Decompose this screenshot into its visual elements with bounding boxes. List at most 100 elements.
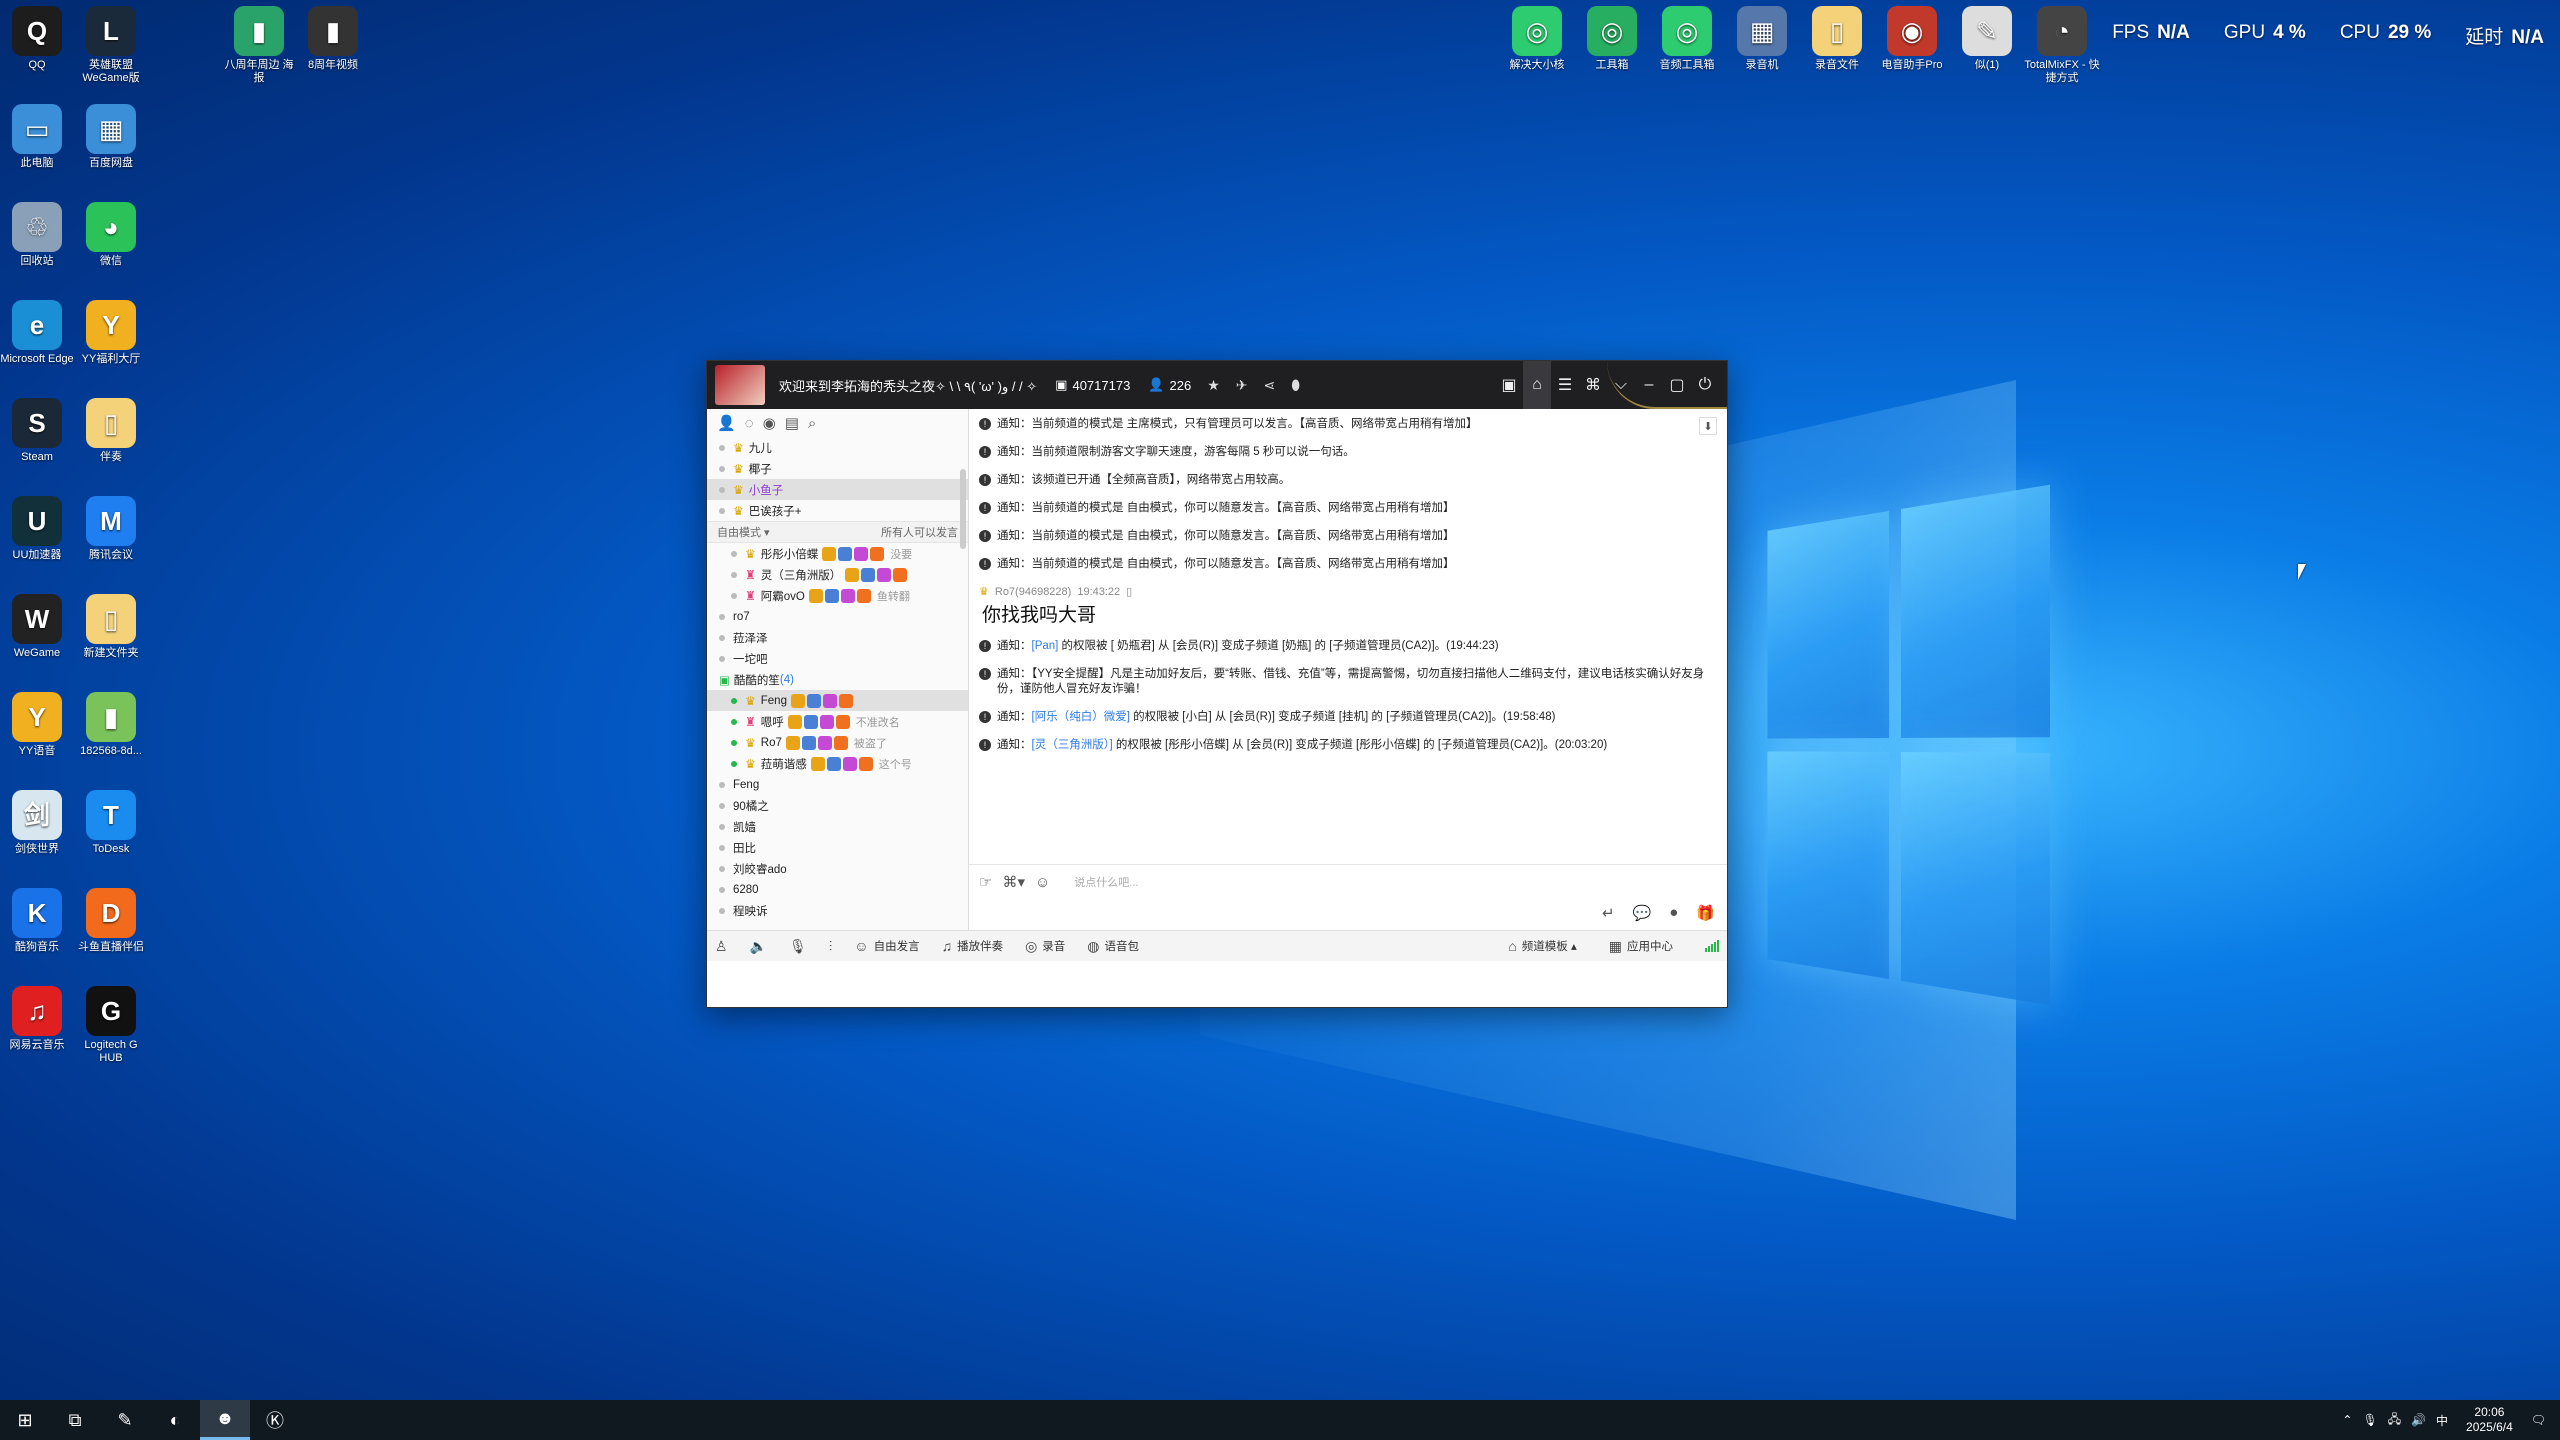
clock[interactable]: 20:06 2025/6/4 — [2466, 1405, 2513, 1435]
desktop-icon[interactable]: ♫ 网易云音乐 — [0, 986, 76, 1052]
scroll-down-icon[interactable]: ⬇ — [1699, 417, 1717, 435]
avatar-status-button[interactable]: ♙ — [715, 938, 728, 955]
desktop-icon[interactable]: ▯ 新建文件夹 — [72, 594, 150, 660]
desktop-icon[interactable]: Q QQ — [0, 6, 76, 72]
desktop-icon[interactable]: ✎ 似(1) — [1948, 6, 2026, 72]
user-row[interactable]: ♜ 嗯呼 不准改名 — [707, 711, 968, 732]
accompany-button[interactable]: ♫ 播放伴奏 — [942, 938, 1004, 954]
channel-row[interactable]: 凯嫱 — [707, 816, 968, 837]
channel-row[interactable]: Feng — [707, 774, 968, 795]
desktop-icon[interactable]: ▦ 录音机 — [1723, 6, 1801, 72]
chat-sender[interactable]: Ro7(94698228) — [995, 586, 1071, 598]
channel-row[interactable]: 菈泽泽 — [707, 627, 968, 648]
layout-icon[interactable]: ☰ — [1551, 361, 1579, 409]
gift-icon[interactable]: 🎁 — [1696, 904, 1715, 922]
free-speak-button[interactable]: ☺ 自由发言 — [854, 938, 919, 954]
user-link[interactable]: [Pan] — [1032, 640, 1059, 652]
channel-row[interactable]: 一坨吧 — [707, 648, 968, 669]
record-button[interactable]: ◎ 录音 — [1025, 938, 1065, 955]
room-avatar[interactable] — [715, 365, 765, 405]
start-button[interactable]: ⊞ — [0, 1400, 50, 1440]
desktop-icon[interactable]: D 斗鱼直播伴侣 — [72, 888, 150, 954]
channel-row[interactable]: 刘皎睿ado — [707, 858, 968, 879]
desktop-icon[interactable]: W WeGame — [0, 594, 76, 660]
desktop-icon[interactable]: ▮ 八周年周边 海报 — [220, 6, 298, 85]
user-row[interactable]: ♛ 彤彤小倍蝶 没要 — [707, 543, 968, 564]
desktop-icon[interactable]: ▮ 8周年视频 — [294, 6, 372, 72]
desktop-icon[interactable]: T ToDesk — [72, 790, 150, 856]
window-titlebar[interactable]: 欢迎来到李拓海的秃头之夜✧ \ \ ٩( 'ω' )و / / ✧ ▣ 40717… — [707, 361, 1727, 409]
desktop-icon[interactable]: G Logitech G HUB — [72, 986, 150, 1065]
channel-row[interactable]: 90橘之 — [707, 795, 968, 816]
desktop-icon[interactable]: ◉ 电音助手Pro — [1873, 6, 1951, 72]
home-icon[interactable]: ⌂ — [1523, 361, 1551, 409]
tray-mic-icon[interactable]: 🎙 — [2362, 1413, 2377, 1427]
desktop-icon[interactable]: L 英雄联盟 WeGame版 — [72, 6, 150, 85]
taskbar-yy-icon[interactable]: ☻ — [200, 1400, 250, 1440]
desktop-icon[interactable]: ◎ 音频工具箱 — [1648, 6, 1726, 72]
channel-row[interactable]: 程映诉 — [707, 900, 968, 921]
plane-icon[interactable]: ✈ — [1236, 377, 1248, 394]
screen-icon[interactable]: ▣ — [1495, 361, 1523, 409]
desktop-icon[interactable]: Y YY语音 — [0, 692, 76, 758]
tray-network-icon[interactable]: 🖧 — [2388, 1410, 2401, 1431]
user-row[interactable]: ♛ 菈萌谐感 这个号 — [707, 753, 968, 774]
channel-group[interactable]: ▣ 酷酷的笙 (4) — [707, 669, 968, 690]
user-row[interactable]: ♛ 九儿 — [707, 437, 968, 458]
desktop-icon[interactable]: Y YY福利大厅 — [72, 300, 150, 366]
desktop-icon[interactable]: ▭ 此电脑 — [0, 104, 76, 170]
gesture-icon[interactable]: ☞ — [979, 873, 992, 891]
tray-expand-icon[interactable]: ⌃ — [2342, 1413, 2352, 1427]
desktop-icon[interactable]: ◎ 工具箱 — [1573, 6, 1651, 72]
desktop-icon[interactable]: 剑剑侠世界 — [0, 790, 76, 856]
desktop-icon[interactable]: ▯ 伴奏 — [72, 398, 150, 464]
desktop-icon[interactable]: U UU加速器 — [0, 496, 76, 562]
notification-icon[interactable]: 🗨 — [2531, 1413, 2546, 1427]
user-row[interactable]: ♛ Ro7 被盗了 — [707, 732, 968, 753]
user-row[interactable]: ♛ Feng — [707, 690, 968, 711]
shield-icon[interactable]: ⬮ — [1291, 377, 1300, 394]
task-view-button[interactable]: ⧉ — [50, 1400, 100, 1440]
user-link[interactable]: [灵（三角洲版）] — [1032, 739, 1113, 751]
desktop-icon[interactable]: S Steam — [0, 398, 76, 464]
share-icon[interactable]: ⋖ — [1264, 377, 1276, 394]
desktop-icon[interactable]: M 腾讯会议 — [72, 496, 150, 562]
taskbar-douyu-icon[interactable]: ◐ — [150, 1400, 200, 1440]
gamepad-icon[interactable]: ⌘ — [1579, 361, 1607, 409]
desktop-icon[interactable]: ♲ 回收站 — [0, 202, 76, 268]
channel-template-button[interactable]: ⌂ 频道模板 ▴ — [1508, 938, 1576, 954]
mode-row[interactable]: 自由模式 ▾ 所有人可以发言 — [707, 521, 968, 543]
channel-row[interactable]: 田比 — [707, 837, 968, 858]
channel-row[interactable]: ro7 — [707, 606, 968, 627]
user-row[interactable]: ♛ 椰子 — [707, 458, 968, 479]
user-row[interactable]: ♛ 巴诶孩子+ — [707, 500, 968, 521]
desktop-icon[interactable]: ▮ 182568-8d... — [72, 692, 150, 758]
bubble-icon[interactable]: 💬 — [1633, 904, 1652, 922]
ime-indicator[interactable]: 中 — [2436, 1412, 2448, 1429]
gamepad-small-icon[interactable]: ⌘▾ — [1002, 873, 1025, 891]
taskbar-app-feather-icon[interactable]: ✎ — [100, 1400, 150, 1440]
emoji-search-icon[interactable]: ☺ — [1035, 874, 1050, 891]
person-icon[interactable]: 👤 — [717, 414, 736, 432]
desktop-icon[interactable]: ◎ 解决大小核 — [1498, 6, 1576, 72]
desktop-icon[interactable]: ◕ 微信 — [72, 202, 150, 268]
tray-volume-icon[interactable]: 🔊 — [2411, 1413, 2426, 1427]
sidebar-scrollbar[interactable] — [960, 469, 966, 549]
channel-row[interactable]: 6280 — [707, 879, 968, 900]
speaker-button[interactable]: 🔈 — [750, 938, 767, 955]
desktop-icon[interactable]: ▦ 百度网盘 — [72, 104, 150, 170]
desktop-icon[interactable]: e Microsoft Edge — [0, 300, 76, 366]
user-link[interactable]: [阿乐（纯白）微爱] — [1032, 711, 1130, 723]
mic-button[interactable]: 🎙 — [789, 938, 807, 955]
enter-icon[interactable]: ↵ — [1602, 904, 1615, 922]
user-row[interactable]: ♜ 灵（三角洲版） — [707, 564, 968, 585]
favorite-star-icon[interactable]: ★ — [1207, 377, 1220, 394]
chat-icon[interactable]: ◌ — [745, 415, 754, 432]
location-icon[interactable]: ◉ — [763, 414, 776, 432]
desktop-icon[interactable]: ◔ TotalMixFX - 快捷方式 — [2023, 6, 2101, 85]
mixer-button[interactable]: ⫶ — [829, 938, 833, 955]
app-center-button[interactable]: ▦ 应用中心 — [1609, 938, 1673, 955]
desktop-icon[interactable]: K 酷狗音乐 — [0, 888, 76, 954]
gift-effect-icon[interactable]: ● — [1669, 904, 1678, 922]
search-icon[interactable]: ⌕ — [808, 415, 816, 432]
